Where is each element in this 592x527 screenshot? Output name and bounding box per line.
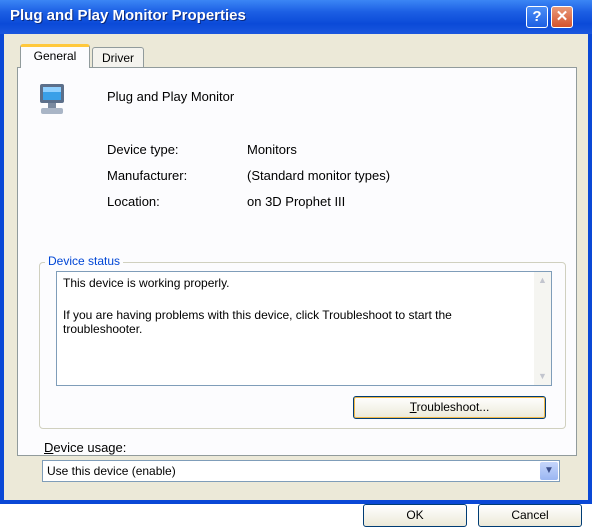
status-line-working: This device is working properly. bbox=[63, 276, 230, 290]
device-usage-select[interactable]: Use this device (enable) ▼ bbox=[42, 460, 560, 482]
help-button[interactable]: ? bbox=[526, 6, 548, 28]
window-title: Plug and Play Monitor Properties bbox=[10, 7, 246, 24]
tab-driver[interactable]: Driver bbox=[92, 47, 144, 69]
dialog-client-area: General Driver Plug and Play Monitor Dev… bbox=[4, 34, 588, 527]
manufacturer-label: Manufacturer: bbox=[107, 168, 188, 183]
ok-button[interactable]: OK bbox=[363, 504, 467, 527]
location-label: Location: bbox=[107, 194, 160, 209]
device-name: Plug and Play Monitor bbox=[107, 89, 235, 104]
scroll-up-arrow-icon[interactable]: ▲ bbox=[535, 273, 550, 288]
device-usage-selected: Use this device (enable) bbox=[47, 464, 176, 478]
status-line-help: If you are having problems with this dev… bbox=[63, 308, 452, 336]
troubleshoot-label: roubleshoot... bbox=[416, 400, 490, 414]
device-usage-label-text: evice usage: bbox=[53, 440, 127, 455]
device-usage-label: Device usage: bbox=[44, 440, 126, 455]
manufacturer-value: (Standard monitor types) bbox=[247, 168, 391, 183]
location-value: on 3D Prophet III bbox=[247, 194, 346, 209]
status-scrollbar[interactable]: ▲ ▼ bbox=[534, 272, 551, 385]
chevron-down-icon[interactable]: ▼ bbox=[540, 462, 558, 480]
title-bar[interactable]: Plug and Play Monitor Properties ? ✕ bbox=[0, 0, 592, 34]
monitor-icon bbox=[40, 84, 64, 114]
device-usage-mnemonic: D bbox=[44, 440, 54, 455]
scroll-down-arrow-icon[interactable]: ▼ bbox=[535, 369, 550, 384]
device-status-textbox[interactable]: This device is working properly. If you … bbox=[56, 271, 552, 386]
cancel-button[interactable]: Cancel bbox=[478, 504, 582, 527]
troubleshoot-mnemonic: T bbox=[409, 400, 417, 414]
device-type-label: Device type: bbox=[107, 142, 179, 157]
troubleshoot-button[interactable]: Troubleshoot... bbox=[353, 396, 546, 419]
properties-dialog: Plug and Play Monitor Properties ? ✕ Gen… bbox=[0, 0, 592, 527]
tab-general[interactable]: General bbox=[20, 44, 90, 68]
device-type-value: Monitors bbox=[247, 142, 297, 157]
device-status-label: Device status bbox=[45, 254, 124, 268]
close-button[interactable]: ✕ bbox=[551, 6, 573, 28]
